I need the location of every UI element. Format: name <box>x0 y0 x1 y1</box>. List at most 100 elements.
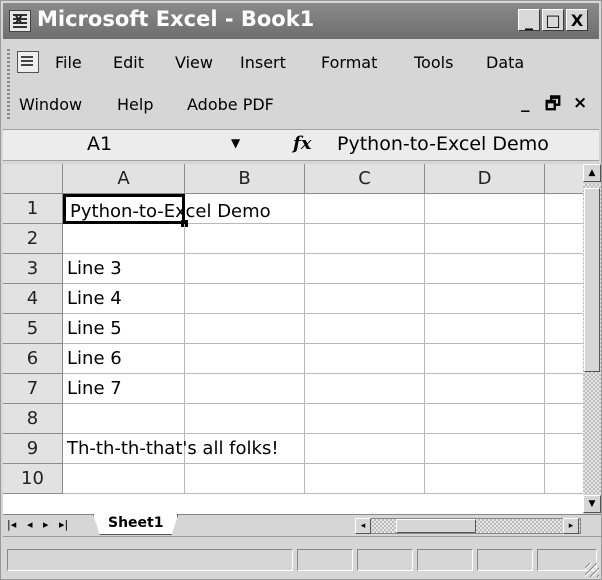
cell[interactable] <box>425 464 545 494</box>
row-header[interactable]: 8 <box>3 404 63 434</box>
workbook-icon[interactable] <box>17 51 39 73</box>
column-header-d[interactable]: D <box>425 164 545 194</box>
scroll-down-button[interactable]: ▼ <box>583 495 601 513</box>
cell[interactable] <box>185 434 305 464</box>
cell[interactable] <box>545 254 583 284</box>
cell-a[interactable] <box>63 464 185 494</box>
name-box[interactable]: A1 <box>3 130 211 160</box>
cell-a[interactable]: Line 3 <box>63 254 185 284</box>
horizontal-scroll-thumb[interactable] <box>396 519 476 533</box>
menu-file[interactable]: File <box>55 53 82 72</box>
cell-a[interactable]: Line 4 <box>63 284 185 314</box>
cell[interactable] <box>305 404 425 434</box>
last-sheet-button[interactable]: ▸| <box>59 518 68 531</box>
row-header[interactable]: 10 <box>3 464 63 494</box>
cell[interactable] <box>305 344 425 374</box>
cell[interactable] <box>185 404 305 434</box>
doc-close-button[interactable]: × <box>573 93 587 113</box>
menu-view[interactable]: View <box>175 53 213 72</box>
cell[interactable] <box>305 314 425 344</box>
menu-window[interactable]: Window <box>19 95 82 114</box>
row-header[interactable]: 1 <box>3 194 63 224</box>
scroll-right-button[interactable]: ▸ <box>563 518 579 534</box>
cell[interactable] <box>425 254 545 284</box>
cell[interactable] <box>425 314 545 344</box>
cell[interactable] <box>185 194 305 224</box>
doc-restore-button[interactable]: 🗗 <box>545 91 561 120</box>
close-button[interactable]: X <box>566 9 588 31</box>
cell[interactable] <box>305 284 425 314</box>
vertical-scroll-thumb[interactable] <box>584 188 600 372</box>
toolbar-grip[interactable] <box>7 49 10 121</box>
row-header[interactable]: 4 <box>3 284 63 314</box>
cell[interactable] <box>545 344 583 374</box>
cell[interactable] <box>305 224 425 254</box>
cell[interactable] <box>425 374 545 404</box>
cell-a[interactable]: Th-th-th-that's all folks! <box>63 434 279 464</box>
row-header[interactable]: 9 <box>3 434 63 464</box>
cell-a[interactable] <box>63 224 185 254</box>
cell-a[interactable]: Python-to-Excel Demo <box>63 194 271 224</box>
horizontal-scrollbar[interactable]: ◂ ▸ <box>355 518 581 534</box>
cell[interactable] <box>545 284 583 314</box>
first-sheet-button[interactable]: |◂ <box>7 518 16 531</box>
cell[interactable] <box>305 464 425 494</box>
cell[interactable] <box>185 284 305 314</box>
cell[interactable] <box>425 194 545 224</box>
cell[interactable] <box>425 404 545 434</box>
column-header-e[interactable] <box>545 164 583 194</box>
cell[interactable] <box>185 314 305 344</box>
title-bar[interactable]: Microsoft Excel - Book1 _ □ X <box>3 3 599 39</box>
menu-data[interactable]: Data <box>486 53 524 72</box>
menu-insert[interactable]: Insert <box>240 53 286 72</box>
cell-a[interactable]: Line 5 <box>63 314 185 344</box>
column-header-c[interactable]: C <box>305 164 425 194</box>
cell[interactable] <box>185 224 305 254</box>
vertical-scrollbar[interactable]: ▲ ▼ <box>583 164 601 514</box>
row-header[interactable]: 5 <box>3 314 63 344</box>
cell[interactable] <box>425 224 545 254</box>
menu-help[interactable]: Help <box>117 95 153 114</box>
menu-format[interactable]: Format <box>321 53 377 72</box>
cell-a[interactable]: Line 6 <box>63 344 185 374</box>
row-header[interactable]: 6 <box>3 344 63 374</box>
prev-sheet-button[interactable]: ◂ <box>27 518 33 531</box>
menu-edit[interactable]: Edit <box>113 53 144 72</box>
cell[interactable] <box>305 254 425 284</box>
next-sheet-button[interactable]: ▸ <box>43 518 49 531</box>
cell[interactable] <box>545 404 583 434</box>
cell[interactable] <box>305 434 425 464</box>
row-header[interactable]: 2 <box>3 224 63 254</box>
cell[interactable] <box>305 194 425 224</box>
cell-a[interactable] <box>63 404 185 434</box>
name-box-dropdown-icon[interactable]: ▼ <box>231 136 240 150</box>
cell[interactable] <box>545 314 583 344</box>
cell[interactable] <box>185 254 305 284</box>
menu-adobe-pdf[interactable]: Adobe PDF <box>187 95 274 114</box>
cell[interactable] <box>545 464 583 494</box>
row-header[interactable]: 3 <box>3 254 63 284</box>
cell[interactable] <box>425 434 545 464</box>
formula-input[interactable]: Python-to-Excel Demo <box>337 133 549 155</box>
cell[interactable] <box>545 194 583 224</box>
cell[interactable] <box>425 344 545 374</box>
cell[interactable] <box>185 374 305 404</box>
doc-minimize-button[interactable]: _ <box>521 93 530 113</box>
menu-tools[interactable]: Tools <box>414 53 453 72</box>
excel-app-icon[interactable] <box>9 10 31 32</box>
insert-function-icon[interactable]: fx <box>293 133 311 154</box>
maximize-button[interactable]: □ <box>542 9 564 31</box>
worksheet-grid[interactable]: A B C D 1 Python-to-Excel Demo 2 3 Line 3 4 Li… <box>3 164 583 514</box>
scroll-up-button[interactable]: ▲ <box>583 164 601 182</box>
cell[interactable] <box>185 344 305 374</box>
column-header-b[interactable]: B <box>185 164 305 194</box>
column-header-a[interactable]: A <box>63 164 185 194</box>
cell[interactable] <box>425 284 545 314</box>
row-header[interactable]: 7 <box>3 374 63 404</box>
minimize-button[interactable]: _ <box>518 9 540 31</box>
cell[interactable] <box>545 374 583 404</box>
resize-grip-icon[interactable] <box>585 563 599 577</box>
cell[interactable] <box>185 464 305 494</box>
cell[interactable] <box>545 224 583 254</box>
cell[interactable] <box>305 374 425 404</box>
